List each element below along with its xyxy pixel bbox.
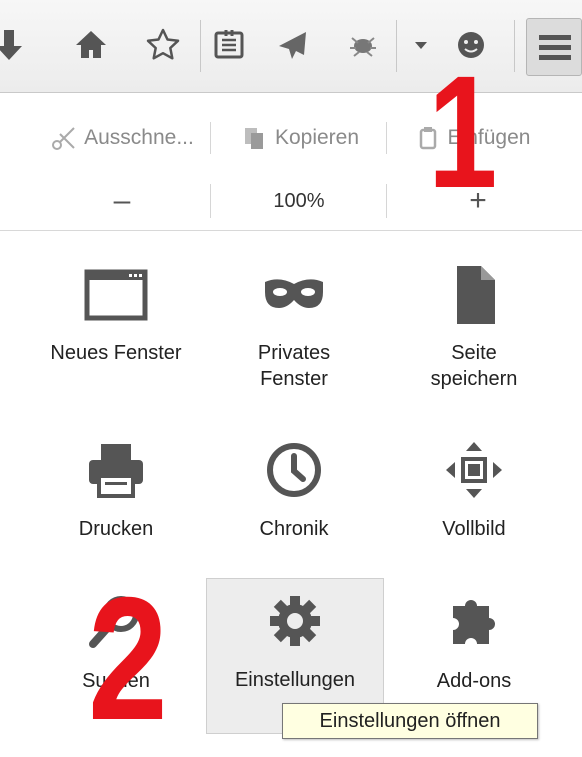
private-window-button[interactable]: Privates Fenster xyxy=(206,252,382,402)
clock-icon xyxy=(259,438,329,502)
private-window-label-line2: Fenster xyxy=(260,368,328,390)
bookmark-star-icon[interactable] xyxy=(140,22,186,68)
save-page-label-line2: speichern xyxy=(430,368,518,390)
zoom-reset-button[interactable]: 100% xyxy=(212,172,386,230)
edit-separator xyxy=(386,122,387,154)
copy-button[interactable]: Kopieren xyxy=(220,110,380,166)
private-window-label: Privates Fenster xyxy=(258,340,330,392)
home-icon[interactable] xyxy=(68,22,114,68)
fullscreen-label: Vollbild xyxy=(442,518,506,540)
toolbar-separator xyxy=(396,20,397,72)
reading-list-icon[interactable] xyxy=(206,22,252,68)
options-tooltip: Einstellungen öffnen xyxy=(282,703,538,739)
zoom-out-button[interactable]: – xyxy=(36,172,208,230)
zoom-out-label: – xyxy=(113,184,131,217)
save-page-button[interactable]: Seite speichern xyxy=(386,252,562,402)
zoom-separator xyxy=(386,184,387,218)
toolbar-separator xyxy=(200,20,201,72)
print-label: Drucken xyxy=(78,518,154,540)
addons-label: Add-ons xyxy=(436,670,512,692)
puzzle-piece-icon xyxy=(439,590,509,654)
hamburger-menu-icon xyxy=(539,35,571,60)
history-label: Chronik xyxy=(259,518,329,540)
save-page-label: Seite speichern xyxy=(431,340,518,392)
send-tab-icon[interactable] xyxy=(270,22,316,68)
toolbar-separator xyxy=(514,20,515,72)
download-arrow-icon[interactable] xyxy=(0,22,32,68)
mask-icon xyxy=(259,262,329,326)
hamburger-menu-button[interactable] xyxy=(526,18,582,76)
printer-icon xyxy=(81,438,151,502)
new-window-label: Neues Fenster xyxy=(50,342,182,364)
new-window-icon xyxy=(81,262,151,326)
addon-bug-icon[interactable] xyxy=(340,22,386,68)
fullscreen-button[interactable]: Vollbild xyxy=(386,428,562,578)
document-icon xyxy=(439,262,509,326)
cut-button[interactable]: Ausschne... xyxy=(36,110,208,166)
edit-separator xyxy=(210,122,211,154)
new-window-button[interactable]: Neues Fenster xyxy=(28,252,204,402)
zoom-level: 100% xyxy=(273,189,325,212)
gear-icon xyxy=(260,589,330,653)
tooltip-text: Einstellungen öffnen xyxy=(319,709,501,732)
history-button[interactable]: Chronik xyxy=(206,428,382,578)
copy-icon xyxy=(244,128,263,149)
cut-label: Ausschne... xyxy=(84,126,194,149)
zoom-separator xyxy=(210,184,211,218)
save-page-label-line1: Seite xyxy=(451,342,497,364)
copy-label: Kopieren xyxy=(274,126,360,149)
annotation-step-2: 2 xyxy=(88,562,168,757)
annotation-step-1: 1 xyxy=(428,42,498,221)
options-label: Einstellungen xyxy=(234,669,356,691)
scissors-icon xyxy=(52,127,75,150)
print-button[interactable]: Drucken xyxy=(28,428,204,578)
fullscreen-arrows-icon xyxy=(439,438,509,502)
private-window-label-line1: Privates xyxy=(257,342,331,364)
